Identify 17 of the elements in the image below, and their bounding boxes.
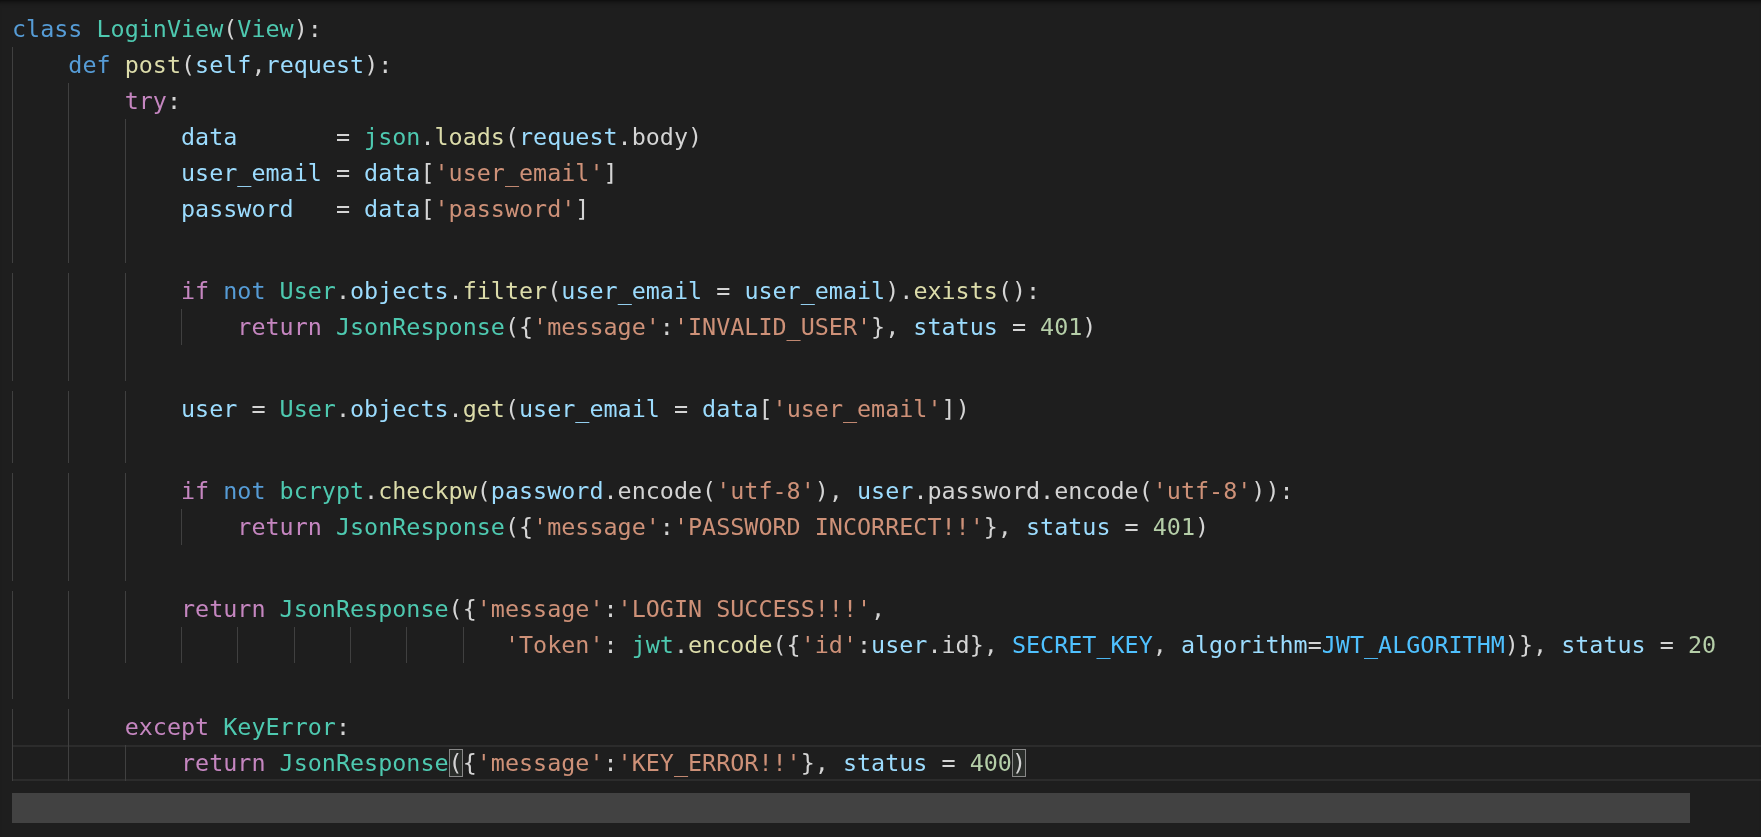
code-line: if not User.objects.filter(user_email = user_email).exists():	[180, 276, 1041, 307]
code-line: except KeyError:	[123, 712, 350, 743]
code-line: class LoginView(View):	[12, 14, 322, 45]
code-line: user_email = data['user_email']	[180, 158, 618, 189]
code-line: try:	[123, 86, 181, 117]
code-line: 'Token': jwt.encode({'id':user.id}, SECRET_KEY, algorithm=JWT_ALGORITHM)}, status = 20	[503, 630, 1717, 661]
code-editor[interactable]	[0, 0, 1761, 837]
code-line: password = data['password']	[180, 194, 590, 225]
code-line: return JsonResponse({'message':'INVALID_USER'}, status = 401)	[236, 312, 1097, 343]
code-line: def post(self,request):	[67, 50, 393, 81]
code-line: return JsonResponse({'message':'PASSWORD INCORRECT!!'}, status = 401)	[236, 512, 1210, 543]
code-line: data = json.loads(request.body)	[180, 122, 703, 153]
code-line: return JsonResponse({'message':'KEY_ERROR!!'}, status = 400)	[12, 745, 1761, 781]
code-line: if not bcrypt.checkpw(password.encode('utf-8'), user.password.encode('utf-8')):	[180, 476, 1294, 507]
code-line: user = User.objects.get(user_email = data['user_email'])	[180, 394, 970, 425]
code-line: return JsonResponse({'message':'LOGIN SUCCESS!!!',	[180, 594, 886, 625]
horizontal-scrollbar[interactable]	[12, 793, 1690, 823]
